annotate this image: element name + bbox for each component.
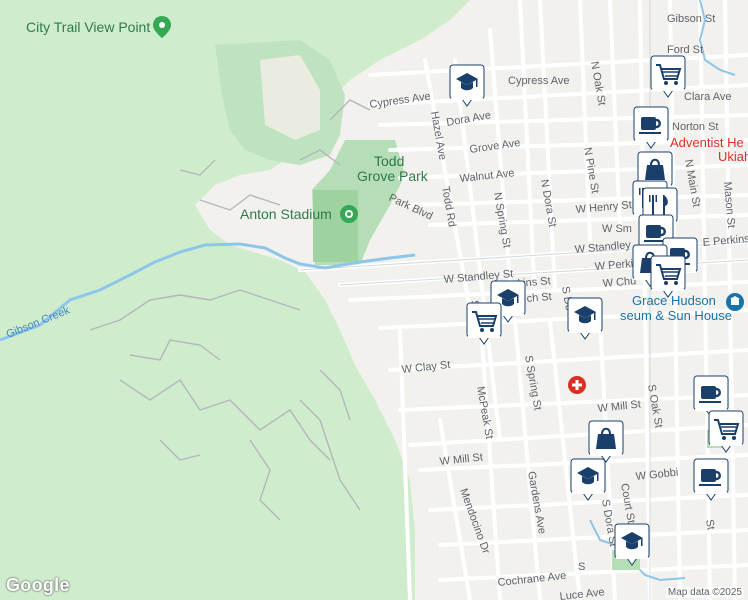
todd-grove-label-2[interactable]: Grove Park (357, 168, 429, 184)
todd-grove-label-1[interactable]: Todd (374, 153, 404, 169)
google-logo: Google (6, 575, 70, 595)
map-attribution[interactable]: Map data ©2025 (665, 587, 744, 598)
adventist-label-1[interactable]: Adventist He (670, 135, 744, 150)
cafe-marker-5[interactable] (693, 458, 729, 501)
shopping-cart-marker-2[interactable] (650, 255, 686, 298)
stadium-icon[interactable] (340, 205, 358, 223)
school-marker-5[interactable] (614, 523, 650, 566)
anton-stadium-label[interactable]: Anton Stadium (240, 206, 332, 222)
grace-hudson-label-2[interactable]: seum & Sun House (620, 308, 732, 323)
hospital-icon[interactable] (568, 376, 586, 394)
shopping-cart-marker-3[interactable] (466, 302, 502, 345)
street-clara-ave: Clara Ave (684, 91, 732, 103)
city-trail-label[interactable]: City Trail View Point (26, 19, 150, 35)
street-church-st: ch St (526, 291, 552, 305)
shopping-bag-marker-3[interactable] (588, 420, 624, 463)
street-norton-st: Norton St (672, 121, 718, 133)
adventist-label-2[interactable]: Ukiah (718, 149, 748, 164)
school-marker-3[interactable] (567, 297, 603, 340)
cafe-marker[interactable] (633, 106, 669, 149)
anton-stadium-field (313, 190, 358, 262)
street-st-right: St (703, 518, 717, 530)
museum-icon[interactable] (726, 293, 744, 311)
shopping-cart-marker-4[interactable] (708, 410, 744, 453)
shopping-cart-marker[interactable] (650, 55, 686, 98)
map-canvas[interactable]: Gibson St Ford St Cypress Ave Cypress Av… (0, 0, 748, 600)
school-marker[interactable] (449, 64, 485, 107)
street-ford-st: Ford St (667, 44, 703, 56)
school-marker-4[interactable] (570, 458, 606, 501)
street-gibson-st: Gibson St (667, 13, 715, 25)
street-s-2: S (578, 561, 585, 573)
grace-hudson-label-1[interactable]: Grace Hudson (632, 293, 716, 308)
street-cypress-ave: Cypress Ave (508, 75, 570, 87)
street-w-sm: W Sm (602, 223, 632, 235)
